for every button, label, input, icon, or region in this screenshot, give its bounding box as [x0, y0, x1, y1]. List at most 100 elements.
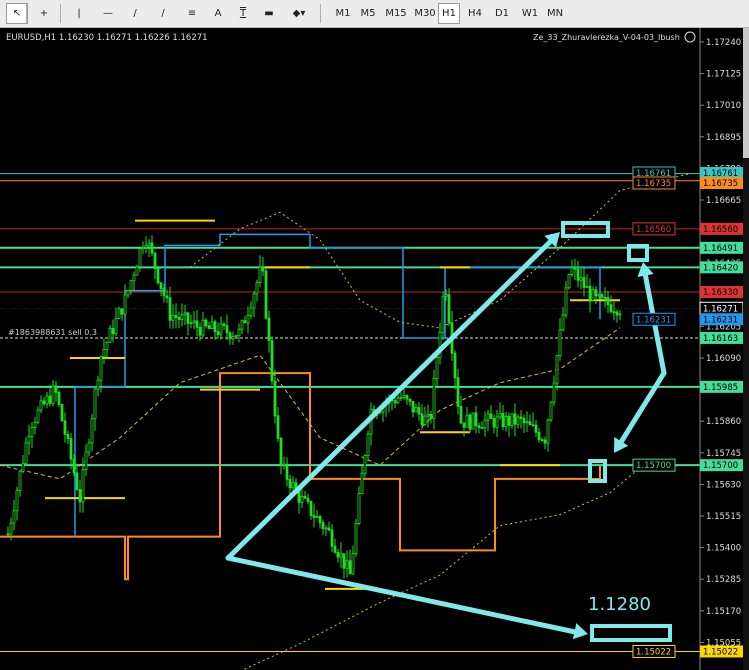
candle-body: [591, 289, 595, 301]
channel-tool[interactable]: ∕: [152, 3, 174, 24]
candle-body: [285, 463, 289, 480]
rectangle-tool[interactable]: ▬: [258, 3, 280, 24]
vertical-scrollbar[interactable]: [743, 28, 749, 670]
candle-body: [309, 500, 313, 516]
candle-body: [588, 285, 592, 301]
timeframe-m15[interactable]: M15: [383, 3, 409, 24]
cursor-tool[interactable]: ↖: [6, 3, 28, 24]
candle-body: [246, 315, 250, 324]
candle-body: [174, 315, 178, 318]
candle-body: [81, 468, 85, 503]
fibonacci-tool[interactable]: ≡: [181, 3, 203, 24]
candle-body: [609, 304, 613, 313]
candle-body: [225, 325, 229, 334]
candle-body: [249, 307, 253, 316]
text-label-tool[interactable]: T: [232, 3, 254, 24]
timeframe-d1[interactable]: D1: [491, 3, 513, 24]
trendline-tool[interactable]: /: [124, 3, 146, 24]
candle-body: [597, 294, 601, 297]
candle-body: [471, 412, 475, 430]
toolbar-separator: [320, 4, 321, 23]
candle-body: [474, 412, 478, 427]
candle-body: [567, 274, 571, 289]
candle-body: [18, 470, 22, 491]
candle-body: [444, 294, 448, 297]
candle-body: [360, 472, 364, 494]
candle-body: [132, 274, 136, 282]
candle-body: [594, 289, 598, 297]
annotation-label: 1.1280: [588, 594, 651, 615]
scrollbar-thumb[interactable]: [743, 28, 749, 158]
candle-body: [243, 320, 247, 324]
candle-body: [201, 319, 205, 336]
candle-body: [549, 401, 553, 421]
candle-body: [117, 308, 121, 319]
candle-body: [579, 277, 583, 281]
candle-body: [69, 438, 73, 460]
candle-body: [315, 516, 319, 518]
candle-body: [504, 415, 508, 427]
level-label-text: 1.15022: [636, 647, 671, 657]
vertical-line-tool[interactable]: |: [68, 3, 90, 24]
candle-body: [555, 355, 559, 384]
candle-body: [75, 472, 79, 490]
candle-body: [318, 516, 322, 523]
candle-body: [27, 435, 31, 444]
timeframe-h1[interactable]: H1: [438, 3, 460, 24]
candle-body: [177, 317, 181, 320]
shapes-menu-tool[interactable]: ◆▾: [288, 3, 310, 24]
text-tool[interactable]: A: [207, 3, 229, 24]
timeframe-mn[interactable]: MN: [544, 3, 566, 24]
axis-tick-label: 1.16895: [706, 133, 741, 143]
candle-body: [300, 495, 304, 503]
axis-tick-label: 1.17125: [706, 70, 741, 80]
timeframe-m30[interactable]: M30: [412, 3, 438, 24]
candle-body: [522, 418, 526, 424]
candle-body: [24, 442, 28, 464]
level-label-text: 1.16735: [636, 179, 671, 189]
candle-body: [345, 560, 349, 569]
axis-level-tag-text: 1.16420: [703, 263, 738, 273]
candle-body: [195, 320, 199, 328]
candle-body: [603, 297, 607, 299]
candle-body: [33, 421, 37, 428]
price-chart[interactable]: 1.172401.171251.170101.168951.167801.166…: [0, 28, 749, 670]
timeframe-h4[interactable]: H4: [464, 3, 486, 24]
order-label: #1863988631 sell 0.3: [8, 328, 97, 337]
candle-body: [342, 553, 346, 569]
candle-body: [483, 419, 487, 429]
candle-body: [525, 421, 529, 424]
candle-body: [357, 493, 361, 524]
candle-body: [582, 277, 586, 288]
candle-body: [144, 245, 148, 248]
candle-body: [183, 312, 187, 316]
horizontal-line-tool[interactable]: —: [97, 3, 119, 24]
candle-body: [276, 415, 280, 439]
candle-body: [78, 489, 82, 503]
candle-body: [231, 336, 235, 340]
timeframe-m1[interactable]: M1: [332, 3, 354, 24]
candle-body: [63, 420, 67, 435]
axis-tick-label: 1.17240: [706, 38, 741, 48]
candle-body: [123, 294, 127, 315]
candle-body: [546, 419, 550, 444]
axis-level-tag-text: 1.15985: [703, 383, 738, 393]
crosshair-tool[interactable]: +: [33, 3, 55, 24]
chart-background: [0, 28, 749, 670]
candle-body: [120, 308, 124, 315]
candle-body: [576, 268, 580, 281]
candle-body: [465, 414, 469, 428]
timeframe-w1[interactable]: W1: [519, 3, 541, 24]
candle-body: [135, 266, 139, 276]
candle-body: [279, 437, 283, 466]
timeframe-m5[interactable]: M5: [357, 3, 379, 24]
candle-body: [114, 318, 118, 335]
candle-body: [252, 293, 256, 309]
candle-body: [519, 416, 523, 419]
candle-body: [168, 297, 172, 321]
candle-body: [618, 313, 622, 316]
candle-body: [102, 349, 106, 358]
candle-body: [507, 415, 511, 426]
candle-body: [543, 439, 547, 444]
candle-body: [126, 290, 130, 296]
